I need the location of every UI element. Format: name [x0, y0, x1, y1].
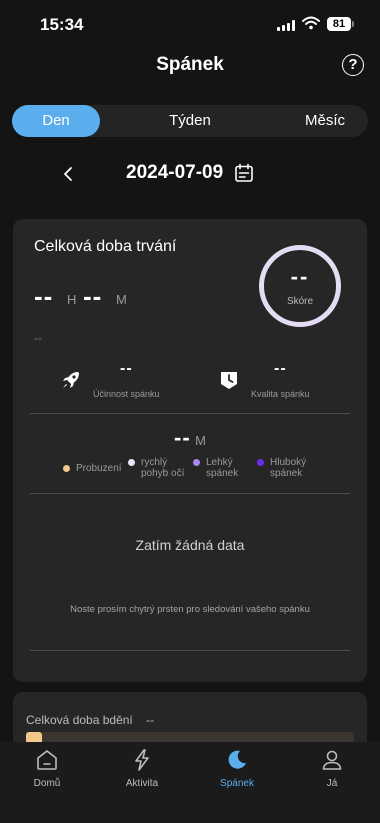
empty-state-title: Zatím žádná data: [135, 537, 245, 553]
rocket-icon: [63, 372, 79, 388]
minutes-value: --: [83, 281, 103, 311]
legend-item-deep: Hluboký spánek: [257, 457, 306, 479]
page-title: Spánek: [156, 54, 224, 75]
calendar-icon[interactable]: [234, 163, 254, 183]
stages-total: -- M: [13, 425, 367, 451]
status-time: 15:34: [40, 15, 84, 34]
home-icon: [37, 750, 57, 770]
nav-item-home[interactable]: Domů: [9, 748, 85, 789]
legend-label: rychlý pohyb očí: [141, 457, 185, 479]
wifi-icon: [302, 16, 320, 30]
card-title: Celková doba trvání: [34, 238, 177, 255]
help-button[interactable]: ?: [342, 54, 364, 76]
date-selector: 2024-07-09: [0, 160, 380, 188]
date-label[interactable]: 2024-07-09: [126, 162, 223, 184]
total-value: --: [174, 425, 191, 450]
legend-label: Lehký spánek: [206, 457, 239, 479]
tab-month[interactable]: Měsíc: [282, 105, 368, 137]
period-tabs: Den Týden Měsíc: [12, 105, 368, 137]
sleep-duration-card: Celková doba trvání -- H -- M -- -- Skór…: [13, 219, 367, 682]
nav-item-sleep[interactable]: Spánek: [199, 748, 275, 789]
nav-item-me[interactable]: Já: [294, 748, 370, 789]
empty-state-hint: Noste prosím chytrý prsten pro sledování…: [70, 604, 310, 615]
tab-day[interactable]: Den: [12, 105, 100, 137]
quality-label: Kvalita spánku: [251, 389, 310, 399]
chevron-left-icon[interactable]: [58, 162, 80, 186]
moon-icon: [228, 750, 246, 769]
legend-dot: [128, 459, 135, 466]
tab-week[interactable]: Týden: [140, 105, 240, 137]
battery-icon: 81: [327, 17, 351, 31]
divider: [30, 650, 350, 651]
score-label: Skóre: [286, 296, 314, 307]
awake-title: Celková doba bdění: [26, 713, 133, 727]
duration-value: -- H -- M: [34, 281, 234, 311]
nav-label: Spánek: [220, 778, 254, 789]
divider: [30, 413, 350, 414]
cellular-signal-icon: [277, 20, 297, 31]
quality-value: --: [274, 360, 287, 377]
awake-value: --: [146, 713, 154, 727]
divider: [30, 493, 350, 494]
bottom-nav: Domů Aktivita Spánek Já: [0, 742, 380, 823]
score-ring: -- Skóre: [259, 245, 341, 327]
legend-dot: [193, 459, 200, 466]
legend-dot: [257, 459, 264, 466]
person-icon: [322, 750, 342, 770]
efficiency-value: --: [120, 360, 133, 377]
legend-label: Hluboký spánek: [270, 457, 307, 479]
legend-dot: [63, 465, 70, 472]
nav-label: Domů: [33, 778, 61, 789]
hours-unit: H: [67, 292, 77, 307]
question-icon: ?: [348, 56, 358, 73]
battery-tip: [352, 21, 354, 27]
nav-item-activity[interactable]: Aktivita: [104, 748, 180, 789]
status-bar: 15:34 81: [0, 0, 380, 50]
score-value: --: [290, 264, 310, 289]
nav-label: Aktivita: [125, 778, 159, 789]
minutes-unit: M: [116, 292, 127, 307]
legend-label: Probuzení: [76, 463, 122, 474]
duration-subtext: --: [34, 331, 42, 345]
legend-item-rem: rychlý pohyb očí: [128, 457, 184, 479]
clock-badge-icon: [221, 372, 237, 389]
lightning-icon: [135, 749, 149, 771]
efficiency-label: Účinnost spánku: [93, 389, 160, 399]
legend-item-light: Lehký spánek: [193, 457, 238, 479]
total-unit: M: [195, 433, 206, 448]
legend-item-awake: Probuzení: [63, 463, 122, 474]
sleep-stage-legend: Probuzení rychlý pohyb očí Lehký spánek …: [13, 457, 367, 487]
hours-value: --: [34, 281, 54, 311]
nav-label: Já: [326, 778, 338, 789]
